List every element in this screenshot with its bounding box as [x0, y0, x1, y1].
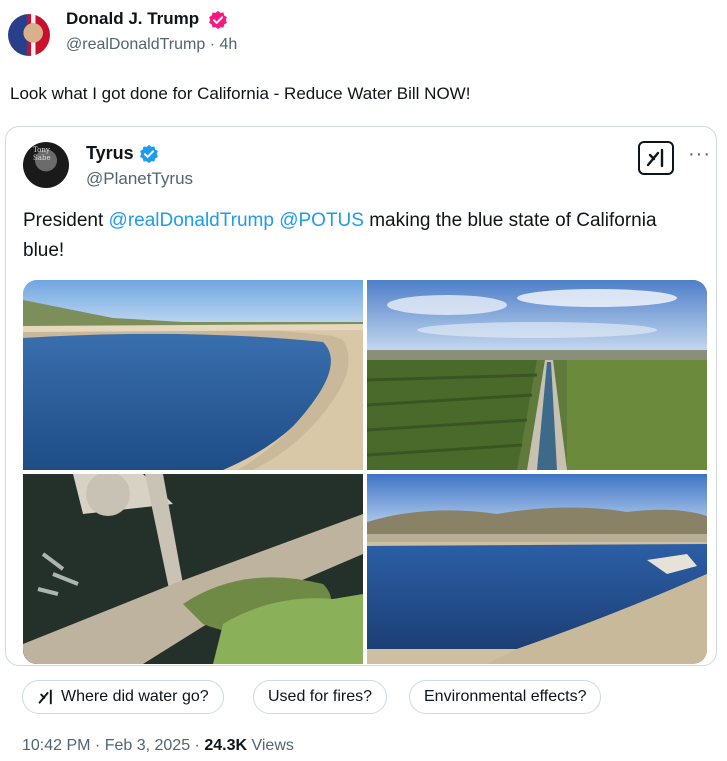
grok-prompt-chip[interactable]: Where did water go? [22, 680, 224, 714]
views-label: Views [247, 737, 294, 754]
mention-link[interactable]: @realDonaldTrump [109, 210, 274, 231]
grok-prompt-chip[interactable]: Used for fires? [253, 680, 388, 714]
grok-icon [646, 148, 664, 168]
verified-badge-icon [209, 10, 227, 30]
post-text: Look what I got done for California - Re… [10, 84, 471, 103]
post-timestamp[interactable]: 10:42 PM [22, 737, 90, 754]
quote-author-handle[interactable]: @PlanetTyrus [86, 169, 193, 189]
grok-prompt-chip[interactable]: Environmental effects? [409, 680, 602, 714]
author-handle-line: @realDonaldTrump · 4h [66, 36, 238, 53]
quote-avatar[interactable]: Tony Sabe [23, 142, 69, 188]
view-count[interactable]: 24.3K [204, 737, 247, 754]
post-date[interactable]: Feb 3, 2025 [105, 737, 190, 754]
post-time[interactable]: 4h [220, 36, 238, 53]
main-avatar[interactable] [8, 14, 50, 56]
author-name[interactable]: Donald J. Trump [66, 9, 199, 29]
quote-text: President @realDonaldTrump @POTUS making… [23, 210, 657, 261]
grok-icon [37, 689, 55, 705]
photo-canal-curve[interactable] [23, 280, 363, 470]
author-handle[interactable]: @realDonaldTrump [66, 36, 205, 53]
photo-aerial-canal[interactable] [367, 280, 707, 470]
more-options-icon[interactable]: ··· [688, 143, 711, 166]
avatar-logo-text: Tony Sabe [33, 146, 51, 162]
chip-label: Where did water go? [61, 688, 209, 705]
quote-author-name[interactable]: Tyrus [86, 143, 134, 164]
chip-label: Environmental effects? [424, 688, 587, 705]
verified-badge-icon [140, 144, 158, 164]
photo-reservoir[interactable] [367, 474, 707, 664]
media-grid [23, 280, 707, 664]
mention-link[interactable]: @POTUS [279, 210, 364, 231]
quoted-post[interactable]: Tony Sabe Tyrus @PlanetTyrus ··· Preside… [5, 126, 717, 666]
chip-label: Used for fires? [268, 688, 373, 705]
grok-button[interactable] [638, 141, 674, 175]
post-metadata: 10:42 PM · Feb 3, 2025 · 24.3K Views [22, 737, 294, 754]
photo-overhead-bridge[interactable] [23, 474, 363, 664]
